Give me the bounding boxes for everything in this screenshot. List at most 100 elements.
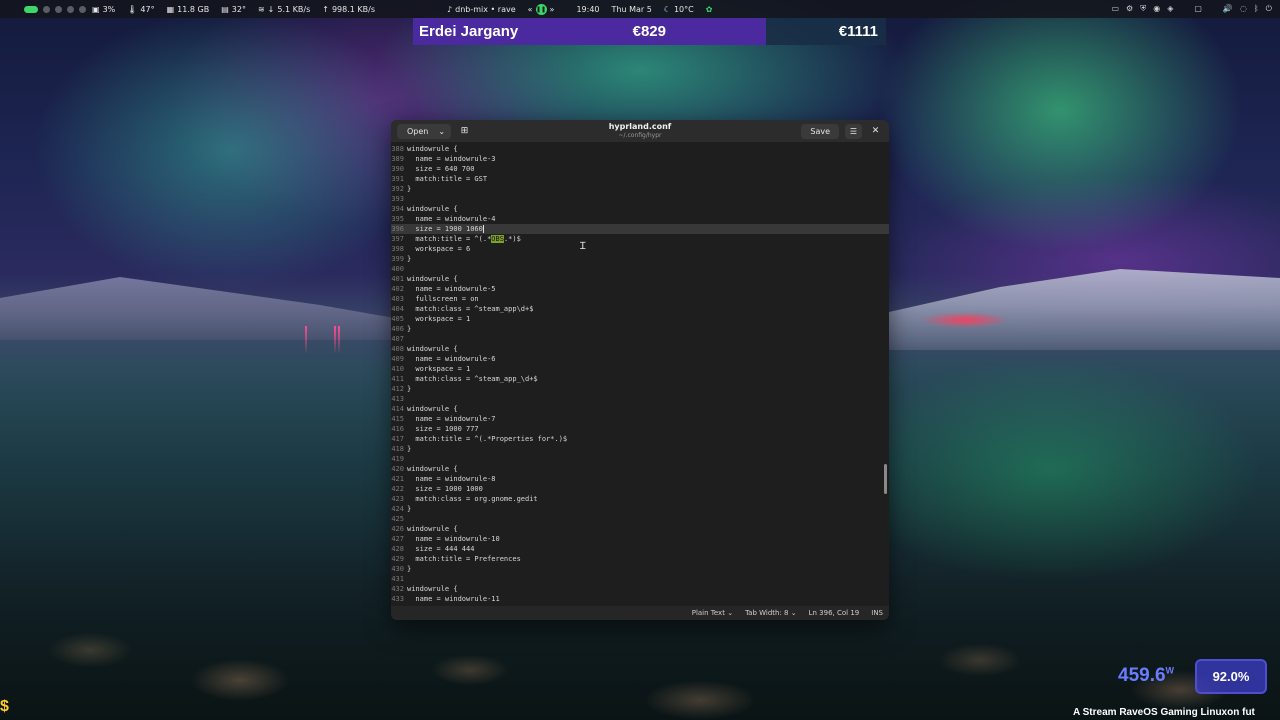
code-line[interactable]: 420 windowrule { bbox=[391, 464, 889, 474]
insert-mode[interactable]: INS bbox=[871, 609, 883, 617]
code-editor[interactable]: Ɪ 388 windowrule {389 name = windowrule-3… bbox=[391, 142, 889, 606]
steam-icon[interactable]: ◉ bbox=[1153, 4, 1160, 14]
moon-icon: ☾ bbox=[663, 4, 671, 14]
code-line[interactable]: 406} bbox=[391, 324, 889, 334]
code-line[interactable]: 416 size = 1000 777 bbox=[391, 424, 889, 434]
code-line[interactable]: 394 windowrule { bbox=[391, 204, 889, 214]
code-line[interactable]: 395 name = windowrule-4 bbox=[391, 214, 889, 224]
menu-button[interactable]: ☰ bbox=[845, 123, 862, 139]
code-line[interactable]: 390 size = 640 700 bbox=[391, 164, 889, 174]
memory-widget[interactable]: ▦ 11.8 GB bbox=[161, 0, 216, 18]
code-line[interactable]: 424} bbox=[391, 504, 889, 514]
code-line[interactable]: 399} bbox=[391, 254, 889, 264]
code-line[interactable]: 398 workspace = 6 bbox=[391, 244, 889, 254]
code-line[interactable]: 430} bbox=[391, 564, 889, 574]
workspace-4[interactable] bbox=[67, 5, 74, 13]
new-document-icon: ⊞ bbox=[460, 126, 469, 136]
code-line[interactable]: 421 name = windowrule-8 bbox=[391, 474, 889, 484]
line-number: 410 bbox=[391, 365, 404, 373]
workspace-2[interactable] bbox=[43, 5, 50, 13]
code-line[interactable]: 418} bbox=[391, 444, 889, 454]
language-selector[interactable]: Plain Text ⌄ bbox=[692, 609, 733, 617]
line-text: size = 1900 1060 bbox=[406, 224, 484, 234]
text-editor-window: Open ⌄ ⊞ hyprland.conf ~/.config/hypr Sa… bbox=[391, 120, 889, 620]
code-line[interactable]: 408 windowrule { bbox=[391, 344, 889, 354]
code-line[interactable]: 407 bbox=[391, 334, 889, 344]
discord-icon[interactable]: ◈ bbox=[1167, 4, 1173, 14]
weather-widget[interactable]: ☾ 10°C bbox=[658, 0, 700, 18]
code-line[interactable]: 396 size = 1900 1060 bbox=[391, 224, 889, 234]
camera-icon[interactable]: ▭ bbox=[1111, 4, 1119, 14]
line-number: 427 bbox=[391, 535, 404, 543]
code-line[interactable]: 428 size = 444 444 bbox=[391, 544, 889, 554]
code-line[interactable]: 391 match:title = GST bbox=[391, 174, 889, 184]
code-line[interactable]: 410 workspace = 1 bbox=[391, 364, 889, 374]
close-button[interactable]: ✕ bbox=[868, 124, 883, 139]
gpu-temp-widget[interactable]: ▤ 32° bbox=[215, 0, 252, 18]
settings-icon[interactable]: ⚙ bbox=[1126, 4, 1133, 14]
code-line[interactable]: 413 bbox=[391, 394, 889, 404]
code-line[interactable]: 405 workspace = 1 bbox=[391, 314, 889, 324]
open-button[interactable]: Open ⌄ bbox=[397, 123, 452, 139]
code-line[interactable]: 392} bbox=[391, 184, 889, 194]
previous-icon[interactable]: « bbox=[528, 5, 533, 14]
code-line[interactable]: 427 name = windowrule-10 bbox=[391, 534, 889, 544]
shield-icon[interactable]: ⛨ bbox=[1140, 4, 1146, 14]
cpu-widget[interactable]: ▣ 3% bbox=[86, 0, 121, 18]
tab-width-selector[interactable]: Tab Width: 8 ⌄ bbox=[745, 609, 797, 617]
code-line[interactable]: 409 name = windowrule-6 bbox=[391, 354, 889, 364]
save-button[interactable]: Save bbox=[801, 123, 839, 139]
code-line[interactable]: 403 fullscreen = on bbox=[391, 294, 889, 304]
leaf-icon[interactable]: ✿ bbox=[700, 0, 719, 18]
next-icon[interactable]: » bbox=[550, 5, 555, 14]
code-line[interactable]: 419 bbox=[391, 454, 889, 464]
code-line[interactable]: 422 size = 1000 1000 bbox=[391, 484, 889, 494]
new-tab-button[interactable]: ⊞ bbox=[457, 124, 472, 139]
code-line[interactable]: 404 match:class = ^steam_app\d+$ bbox=[391, 304, 889, 314]
code-line[interactable]: 401 windowrule { bbox=[391, 274, 889, 284]
notification-icon[interactable]: ◌ bbox=[1240, 4, 1247, 14]
code-line[interactable]: 411 match:class = ^steam_app_\d+$ bbox=[391, 374, 889, 384]
play-pause-icon[interactable]: ❚❚ bbox=[535, 3, 547, 15]
code-line[interactable]: 412} bbox=[391, 384, 889, 394]
chevron-down-icon: ⌄ bbox=[790, 609, 797, 617]
code-line[interactable]: 402 name = windowrule-5 bbox=[391, 284, 889, 294]
code-line[interactable]: 429 match:title = Preferences bbox=[391, 554, 889, 564]
media-widget[interactable]: ♪ dnb-mix • rave bbox=[441, 0, 522, 18]
dollar-icon: $ bbox=[0, 698, 9, 715]
code-line[interactable]: 426 windowrule { bbox=[391, 524, 889, 534]
clipboard-icon[interactable]: ▢ bbox=[1194, 4, 1202, 14]
line-text: windowrule { bbox=[407, 525, 458, 533]
code-line[interactable]: 431 bbox=[391, 574, 889, 584]
code-line[interactable]: 397 match:title = ^(.*OBS.*)$ bbox=[391, 234, 889, 244]
workspace-5[interactable] bbox=[79, 5, 86, 13]
network-down-widget[interactable]: ≋ ↓ 5.1 KB/s bbox=[252, 0, 316, 18]
power-icon[interactable]: ⏻ bbox=[1266, 4, 1272, 14]
language-label: Plain Text bbox=[691, 609, 725, 617]
cursor-position[interactable]: Ln 396, Col 19 bbox=[809, 609, 860, 617]
code-line[interactable]: 414 windowrule { bbox=[391, 404, 889, 414]
scrollbar[interactable] bbox=[884, 464, 887, 494]
code-line[interactable]: 423 match:class = org.gnome.gedit bbox=[391, 494, 889, 504]
speaker-icon[interactable]: 🔊 bbox=[1223, 4, 1233, 14]
code-line[interactable]: 393 bbox=[391, 194, 889, 204]
code-line[interactable]: 400 bbox=[391, 264, 889, 274]
code-line[interactable]: 388 windowrule { bbox=[391, 144, 889, 154]
line-text: name = windowrule-7 bbox=[407, 415, 496, 423]
code-line[interactable]: 415 name = windowrule-7 bbox=[391, 414, 889, 424]
code-line[interactable]: 417 match:title = ^(.*Properties for*.)$ bbox=[391, 434, 889, 444]
clock-widget[interactable]: 19:40 bbox=[570, 0, 605, 18]
code-line[interactable]: 433 name = windowrule-11 bbox=[391, 594, 889, 604]
code-line[interactable]: 432 windowrule { bbox=[391, 584, 889, 594]
code-line[interactable]: 425 bbox=[391, 514, 889, 524]
date-widget[interactable]: Thu Mar 5 bbox=[606, 0, 658, 18]
network-up-widget[interactable]: ↑ 998.1 KB/s bbox=[316, 0, 381, 18]
upload-icon: ↑ bbox=[322, 4, 329, 14]
temp-widget[interactable]: 🌡 47° bbox=[121, 0, 160, 18]
code-line[interactable]: 389 name = windowrule-3 bbox=[391, 154, 889, 164]
line-text: name = windowrule-8 bbox=[407, 475, 496, 483]
workspace-1-active[interactable] bbox=[24, 5, 38, 13]
workspace-3[interactable] bbox=[55, 5, 62, 13]
bluetooth-icon[interactable]: ᛒ bbox=[1254, 4, 1259, 14]
line-text: match:class = org.gnome.gedit bbox=[407, 495, 538, 503]
